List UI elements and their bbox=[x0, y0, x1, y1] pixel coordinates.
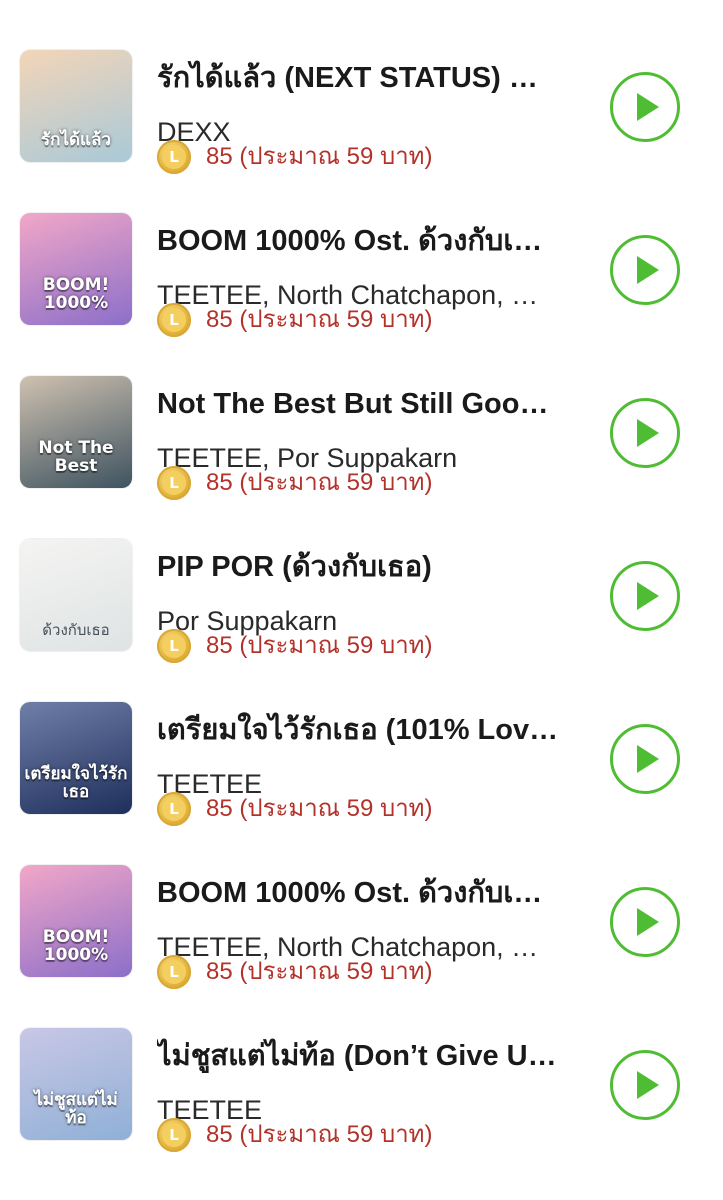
track-title[interactable]: รักได้แล้ว (NEXT STATUS) … bbox=[157, 60, 587, 96]
album-cover[interactable]: ด้วงกับเธอ bbox=[20, 539, 132, 651]
track-item[interactable]: ไม่ชูสแต่ไม่ท้อ ไม่ชูสแต่ไม่ท้อ (Don’t G… bbox=[0, 1018, 723, 1158]
play-icon bbox=[637, 1071, 659, 1099]
play-button[interactable] bbox=[610, 724, 680, 794]
play-icon bbox=[637, 745, 659, 773]
coin-symbol: L bbox=[162, 960, 186, 984]
play-icon bbox=[637, 93, 659, 121]
play-icon bbox=[637, 908, 659, 936]
track-item[interactable]: เตรียมใจไว้รักเธอ เตรียมใจไว้รักเธอ (101… bbox=[0, 692, 723, 832]
coin-symbol: L bbox=[162, 797, 186, 821]
coin-symbol: L bbox=[162, 308, 186, 332]
track-price: 85 (ประมาณ 59 บาท) bbox=[206, 632, 433, 659]
play-button[interactable] bbox=[610, 561, 680, 631]
album-cover[interactable]: BOOM! 1000% bbox=[20, 865, 132, 977]
track-price: 85 (ประมาณ 59 บาท) bbox=[206, 958, 433, 985]
cover-text: BOOM! 1000% bbox=[42, 275, 110, 314]
track-list: รักได้แล้ว รักได้แล้ว (NEXT STATUS) … DE… bbox=[0, 0, 723, 1200]
track-item[interactable]: ด้วงกับเธอ PIP POR (ด้วงกับเธอ) Por Supp… bbox=[0, 529, 723, 669]
coin-symbol: L bbox=[162, 471, 186, 495]
play-button[interactable] bbox=[610, 72, 680, 142]
track-title[interactable]: BOOM 1000% Ost. ด้วงกับเ… bbox=[157, 223, 587, 259]
track-price: 85 (ประมาณ 59 บาท) bbox=[206, 469, 433, 496]
album-cover[interactable]: เตรียมใจไว้รักเธอ bbox=[20, 702, 132, 814]
track-price: 85 (ประมาณ 59 บาท) bbox=[206, 143, 433, 170]
album-cover[interactable]: BOOM! 1000% bbox=[20, 213, 132, 325]
track-title[interactable]: BOOM 1000% Ost. ด้วงกับเ… bbox=[157, 875, 587, 911]
coin-icon: L bbox=[157, 140, 191, 174]
coin-icon: L bbox=[157, 466, 191, 500]
track-item[interactable]: รักได้แล้ว รักได้แล้ว (NEXT STATUS) … DE… bbox=[0, 40, 723, 180]
play-icon bbox=[637, 419, 659, 447]
album-cover[interactable]: รักได้แล้ว bbox=[20, 50, 132, 162]
coin-icon: L bbox=[157, 955, 191, 989]
cover-text: Not The Best bbox=[38, 438, 114, 477]
coin-icon: L bbox=[157, 303, 191, 337]
track-item[interactable]: BOOM! 1000% BOOM 1000% Ost. ด้วงกับเ… TE… bbox=[0, 855, 723, 995]
coin-icon: L bbox=[157, 792, 191, 826]
play-button[interactable] bbox=[610, 235, 680, 305]
play-button[interactable] bbox=[610, 1050, 680, 1120]
play-icon bbox=[637, 256, 659, 284]
cover-text: ไม่ชูสแต่ไม่ท้อ bbox=[34, 1090, 118, 1129]
cover-text: BOOM! 1000% bbox=[42, 927, 110, 966]
track-price: 85 (ประมาณ 59 บาท) bbox=[206, 306, 433, 333]
track-price: 85 (ประมาณ 59 บาท) bbox=[206, 795, 433, 822]
coin-symbol: L bbox=[162, 1123, 186, 1147]
coin-icon: L bbox=[157, 629, 191, 663]
album-cover[interactable]: Not The Best bbox=[20, 376, 132, 488]
track-title[interactable]: เตรียมใจไว้รักเธอ (101% Lov… bbox=[157, 712, 587, 748]
coin-symbol: L bbox=[162, 634, 186, 658]
play-button[interactable] bbox=[610, 398, 680, 468]
cover-text: รักได้แล้ว bbox=[41, 130, 111, 151]
coin-symbol: L bbox=[162, 145, 186, 169]
play-icon bbox=[637, 582, 659, 610]
track-title[interactable]: Not The Best But Still Goo… bbox=[157, 386, 587, 422]
track-item[interactable]: BOOM! 1000% BOOM 1000% Ost. ด้วงกับเ… TE… bbox=[0, 203, 723, 343]
cover-text: ด้วงกับเธอ bbox=[42, 621, 110, 640]
track-price: 85 (ประมาณ 59 บาท) bbox=[206, 1121, 433, 1148]
coin-icon: L bbox=[157, 1118, 191, 1152]
album-cover[interactable]: ไม่ชูสแต่ไม่ท้อ bbox=[20, 1028, 132, 1140]
track-title[interactable]: ไม่ชูสแต่ไม่ท้อ (Don’t Give U… bbox=[157, 1038, 587, 1074]
play-button[interactable] bbox=[610, 887, 680, 957]
track-title[interactable]: PIP POR (ด้วงกับเธอ) bbox=[157, 549, 587, 585]
track-item[interactable]: Not The Best Not The Best But Still Goo…… bbox=[0, 366, 723, 506]
cover-text: เตรียมใจไว้รักเธอ bbox=[24, 764, 128, 803]
